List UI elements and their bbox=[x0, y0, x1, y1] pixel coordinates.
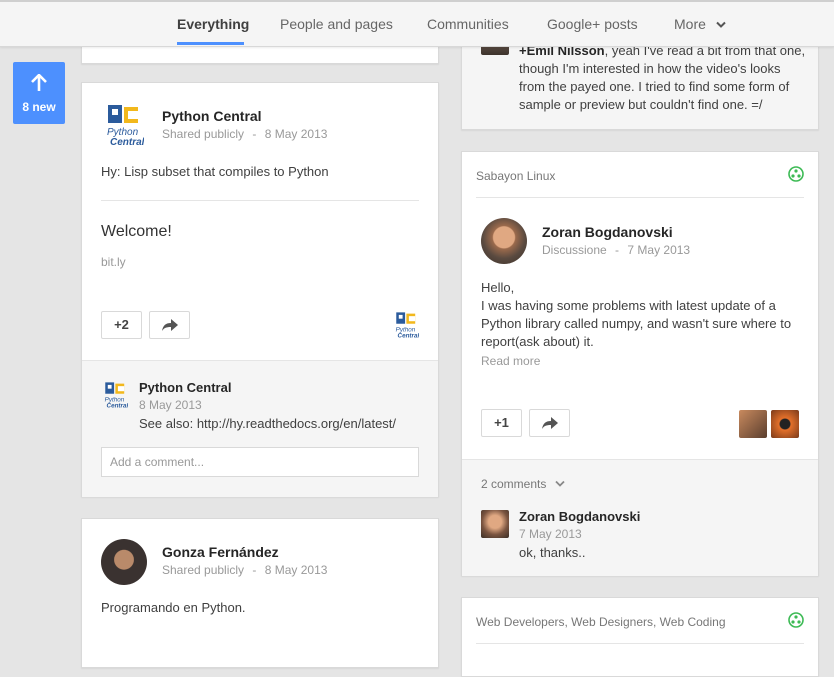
tab-everything[interactable]: Everything bbox=[177, 16, 249, 32]
post-text: Programando en Python. bbox=[101, 600, 246, 615]
comments-count: 2 comments bbox=[481, 477, 547, 491]
tab-communities[interactable]: Communities bbox=[427, 16, 509, 32]
community-name[interactable]: Web Coding bbox=[660, 615, 726, 629]
post-date[interactable]: 7 May 2013 bbox=[627, 243, 690, 257]
read-more-link[interactable]: Read more bbox=[481, 354, 540, 368]
chevron-down-icon bbox=[555, 480, 565, 487]
comment-date[interactable]: 8 May 2013 bbox=[139, 398, 202, 412]
comments-section: Python Central Python Central 8 May 2013… bbox=[82, 360, 438, 497]
header-divider bbox=[476, 643, 804, 644]
post-date[interactable]: 8 May 2013 bbox=[265, 127, 328, 141]
post-text: Hello, I was having some problems with l… bbox=[481, 279, 801, 351]
tab-google-plus-posts[interactable]: Google+ posts bbox=[547, 16, 638, 32]
top-border bbox=[0, 0, 834, 2]
post-divider bbox=[101, 200, 419, 201]
active-tab-indicator bbox=[177, 42, 244, 45]
svg-text:Central: Central bbox=[110, 137, 144, 147]
arrow-up-icon bbox=[31, 74, 47, 91]
post-author[interactable]: Gonza Fernández bbox=[162, 544, 279, 560]
community-name[interactable]: Web Developers bbox=[476, 615, 565, 629]
community-icon bbox=[788, 612, 804, 628]
post-author[interactable]: Python Central bbox=[162, 108, 262, 124]
comment-author[interactable]: Zoran Bogdanovski bbox=[519, 509, 640, 524]
share-arrow-icon bbox=[161, 319, 178, 331]
community-names: Web Developers, Web Designers, Web Codin… bbox=[476, 615, 726, 629]
community-separator: , bbox=[653, 615, 660, 629]
plus-one-avatar[interactable] bbox=[771, 410, 799, 438]
link-title[interactable]: Welcome! bbox=[101, 223, 172, 241]
meta-separator: - bbox=[252, 563, 257, 577]
post-line-1: Hello, bbox=[481, 280, 515, 295]
share-arrow-icon bbox=[541, 417, 558, 429]
plus-one-button[interactable]: +1 bbox=[481, 409, 522, 437]
post-category[interactable]: Discussione bbox=[542, 243, 607, 257]
plus-one-avatar[interactable] bbox=[739, 410, 767, 438]
post-card-sabayon: Sabayon Linux Zoran Bogdanovski Discussi… bbox=[461, 151, 819, 576]
share-button[interactable] bbox=[149, 311, 190, 339]
tab-more[interactable]: More bbox=[674, 16, 726, 32]
svg-text:Central: Central bbox=[107, 403, 128, 409]
post-meta: Shared publicly - 8 May 2013 bbox=[162, 563, 327, 577]
svg-text:Central: Central bbox=[398, 333, 419, 339]
comment-line-2: though I'm interested in how the video's… bbox=[519, 61, 781, 76]
meta-separator: - bbox=[615, 243, 620, 257]
new-posts-label: 8 new bbox=[22, 100, 56, 114]
avatar[interactable] bbox=[101, 539, 147, 585]
link-domain[interactable]: bit.ly bbox=[101, 255, 126, 269]
post-line-4: report(ask about) it. bbox=[481, 334, 594, 349]
meta-separator: - bbox=[252, 127, 257, 141]
post-line-2: I was having some problems with latest u… bbox=[481, 298, 776, 313]
comments-toggle[interactable]: 2 comments bbox=[481, 477, 565, 491]
comment-line-4: sample or preview but couldn't find one.… bbox=[519, 97, 763, 112]
post-line-3: Python library called numpy, and wasn't … bbox=[481, 316, 792, 331]
post-meta: Shared publicly - 8 May 2013 bbox=[162, 127, 327, 141]
post-author[interactable]: Zoran Bogdanovski bbox=[542, 224, 673, 240]
comment-line-3: from the payed one. I tried to find some… bbox=[519, 79, 790, 94]
python-central-logo[interactable]: Python Central bbox=[106, 103, 144, 147]
post-visibility[interactable]: Shared publicly bbox=[162, 563, 244, 577]
comment-text: ok, thanks.. bbox=[519, 545, 586, 560]
post-card-web-communities: Web Developers, Web Designers, Web Codin… bbox=[461, 597, 819, 677]
plus-one-button[interactable]: +2 bbox=[101, 311, 142, 339]
comment-author[interactable]: Python Central bbox=[139, 380, 231, 395]
post-date[interactable]: 8 May 2013 bbox=[265, 563, 328, 577]
tab-more-label: More bbox=[674, 16, 706, 32]
tab-people-and-pages[interactable]: People and pages bbox=[280, 16, 393, 32]
comment-text: See also: http://hy.readthedocs.org/en/l… bbox=[139, 416, 397, 431]
header-divider bbox=[476, 197, 804, 198]
comments-section: 2 comments Zoran Bogdanovski 7 May 2013 … bbox=[462, 459, 818, 576]
comment-avatar[interactable] bbox=[481, 510, 509, 538]
chevron-down-icon bbox=[716, 21, 726, 28]
top-navigation-bar: Everything People and pages Communities … bbox=[0, 0, 834, 47]
comment-text: +Emil Nilsson, yeah I've read a bit from… bbox=[519, 42, 809, 114]
post-visibility[interactable]: Shared publicly bbox=[162, 127, 244, 141]
post-text: Hy: Lisp subset that compiles to Python bbox=[101, 164, 329, 179]
python-central-small-logo: Python Central bbox=[396, 312, 419, 339]
post-meta: Discussione - 7 May 2013 bbox=[542, 243, 690, 257]
community-name[interactable]: Web Designers bbox=[571, 615, 653, 629]
community-name[interactable]: Sabayon Linux bbox=[476, 169, 555, 183]
comment-date[interactable]: 7 May 2013 bbox=[519, 527, 582, 541]
comment-avatar[interactable]: Python Central bbox=[104, 381, 128, 409]
share-button[interactable] bbox=[529, 409, 570, 437]
post-card-python-central: Python Central Python Central Shared pub… bbox=[81, 82, 439, 497]
add-comment-input[interactable] bbox=[101, 447, 419, 477]
new-posts-button[interactable]: 8 new bbox=[13, 62, 65, 124]
post-card-gonza: Gonza Fernández Shared publicly - 8 May … bbox=[81, 518, 439, 668]
avatar[interactable] bbox=[481, 218, 527, 264]
community-icon bbox=[788, 166, 804, 182]
